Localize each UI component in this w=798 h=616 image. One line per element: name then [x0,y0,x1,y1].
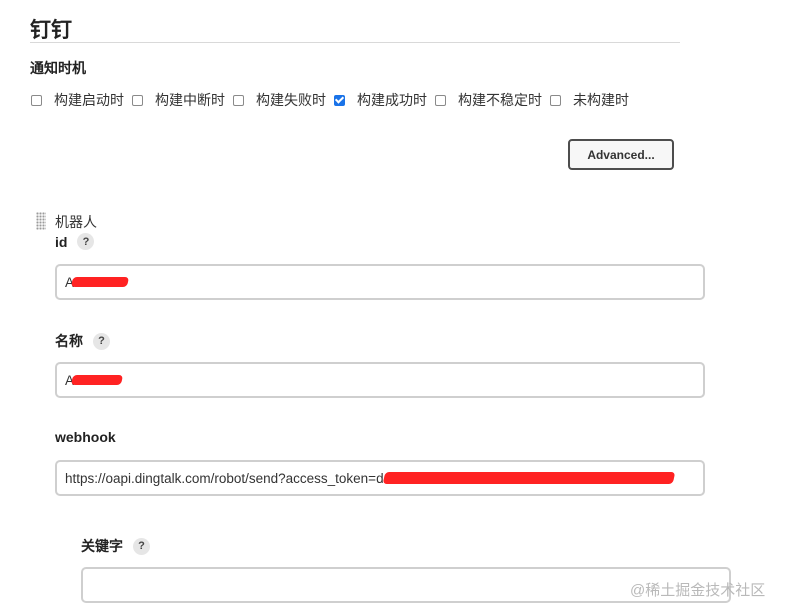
name-label-text: 名称 [55,333,83,349]
checkbox[interactable] [233,94,244,106]
checkbox[interactable] [435,94,446,106]
id-label-text: id [55,233,68,250]
notify-option-build-abort[interactable]: 构建中断时 [132,90,225,110]
jenkins-dingtalk-config: 钉钉 通知时机 构建启动时 构建中断时 构建失败时 构建成功时 构建不稳定时 未… [0,0,798,616]
help-icon[interactable]: ? [77,233,95,250]
keyword-label-text: 关键字 [81,538,123,554]
help-icon[interactable]: ? [133,537,150,555]
checkbox[interactable] [31,94,42,106]
checkbox-checked[interactable] [334,94,345,106]
checkbox-label: 构建启动时 [54,92,124,108]
webhook-value: https://oapi.dingtalk.com/robot/send?acc… [65,470,384,486]
redaction-mark [70,277,130,287]
notify-options: 构建启动时 构建中断时 构建失败时 构建成功时 构建不稳定时 未构建时 [31,90,637,110]
checkbox-label: 构建失败时 [256,92,326,108]
drag-handle-icon[interactable] [36,212,46,230]
help-icon[interactable]: ? [93,332,110,350]
section-divider [30,42,680,43]
id-input[interactable]: A [55,264,705,300]
name-field-label: 名称 ? [55,331,110,351]
id-field-label: id ? [55,233,95,250]
checkbox-label: 构建中断时 [155,92,225,108]
checkbox-label: 构建成功时 [357,92,427,108]
notify-option-build-success[interactable]: 构建成功时 [334,90,427,110]
checkbox[interactable] [550,94,561,106]
checkbox-label: 未构建时 [573,92,629,108]
notify-option-build-unstable[interactable]: 构建不稳定时 [435,90,542,110]
section-title: 钉钉 [30,19,72,42]
checkbox[interactable] [132,94,143,106]
robot-section-label: 机器人 [55,214,97,230]
notify-option-build-start[interactable]: 构建启动时 [31,90,124,110]
keyword-field-label: 关键字 ? [81,536,150,556]
notify-option-build-failure[interactable]: 构建失败时 [233,90,326,110]
notify-timing-label: 通知时机 [30,60,86,76]
redaction-mark [70,375,124,385]
webhook-field-label: webhook [55,429,116,445]
watermark: @稀土掘金技术社区 [630,582,766,599]
notify-option-not-built[interactable]: 未构建时 [550,90,629,110]
checkbox-label: 构建不稳定时 [458,92,542,108]
name-input[interactable]: A [55,362,705,398]
redaction-mark [382,472,675,484]
webhook-input[interactable]: https://oapi.dingtalk.com/robot/send?acc… [55,460,705,496]
advanced-button[interactable]: Advanced... [568,139,674,170]
webhook-label-text: webhook [55,429,116,445]
